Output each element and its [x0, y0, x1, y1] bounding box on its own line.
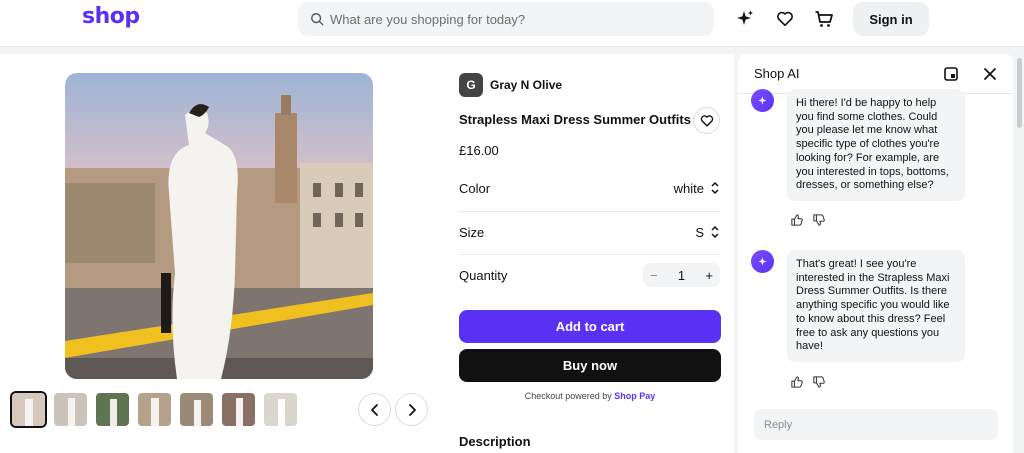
seller-logo: G: [459, 73, 483, 97]
checkout-note: Checkout powered by Shop Pay: [459, 391, 721, 401]
ai-avatar: [751, 250, 774, 273]
reply-box[interactable]: [754, 409, 998, 440]
size-label: Size: [459, 224, 485, 240]
add-to-cart-button[interactable]: Add to cart: [459, 310, 721, 343]
sign-in-button[interactable]: Sign in: [853, 2, 929, 36]
color-label: Color: [459, 180, 491, 196]
chevron-left-icon: [370, 403, 378, 416]
heart-icon: [700, 114, 713, 127]
size-selector[interactable]: Size S: [459, 212, 720, 252]
minimize-window-icon: [944, 67, 958, 81]
thumbnail[interactable]: [94, 391, 131, 428]
seller-name: Gray N Olive: [490, 78, 563, 92]
shop-ai-header: Shop AI: [738, 54, 1013, 94]
next-image-button[interactable]: [395, 393, 428, 426]
thumbnail[interactable]: [10, 391, 47, 428]
color-value: white: [673, 180, 704, 196]
sparkle-icon: [757, 256, 767, 266]
shop-ai-title: Shop AI: [754, 66, 800, 81]
cart-icon[interactable]: [813, 8, 835, 30]
checkout-prefix: Checkout powered by: [524, 391, 612, 401]
close-panel-button[interactable]: [982, 66, 998, 82]
shop-ai-panel: Shop AI Hi there! I'd be happy to help y…: [738, 54, 1013, 453]
search-icon: [311, 13, 324, 26]
decrease-quantity-button[interactable]: −: [650, 268, 658, 283]
reply-input[interactable]: [764, 418, 906, 431]
product-main-image[interactable]: [65, 73, 373, 379]
ai-message: Hi there! I'd be happy to help you find …: [787, 89, 965, 201]
heart-icon[interactable]: [774, 8, 796, 30]
thumbs-up-icon[interactable]: [791, 214, 803, 226]
thumbs-up-icon[interactable]: [791, 376, 803, 388]
ai-avatar: [751, 89, 774, 112]
thumbnail-strip: [10, 391, 299, 428]
quantity-value: 1: [677, 267, 686, 283]
message-feedback: [791, 376, 825, 388]
search-bar[interactable]: [298, 2, 714, 36]
quantity-row: Quantity − 1 +: [459, 255, 720, 295]
size-value: S: [695, 224, 704, 240]
shop-logo[interactable]: shop: [82, 4, 140, 29]
quantity-label: Quantity: [459, 267, 508, 283]
chevron-updown-icon: [711, 225, 719, 239]
picture-in-picture-button[interactable]: [943, 66, 959, 82]
thumbnail[interactable]: [136, 391, 173, 428]
sparkle-icon[interactable]: [734, 8, 756, 30]
description-heading: Description: [459, 434, 531, 449]
favorite-button[interactable]: [693, 107, 720, 134]
thumbnail[interactable]: [220, 391, 257, 428]
previous-image-button[interactable]: [358, 393, 391, 426]
search-input[interactable]: [330, 11, 710, 27]
quantity-stepper: − 1 +: [643, 263, 720, 287]
increase-quantity-button[interactable]: +: [705, 268, 713, 283]
thumbnail[interactable]: [52, 391, 89, 428]
chevron-updown-icon: [711, 181, 719, 195]
top-bar: shop Sign in: [0, 0, 1024, 47]
color-selector[interactable]: Color white: [459, 168, 720, 208]
sparkle-icon: [757, 95, 767, 105]
product-price: £16.00: [459, 143, 499, 158]
seller-link[interactable]: G Gray N Olive: [459, 73, 562, 97]
ai-message: That's great! I see you're interested in…: [787, 250, 965, 362]
message-feedback: [791, 214, 825, 226]
thumbnail[interactable]: [262, 391, 299, 428]
shop-pay-label: Shop Pay: [614, 391, 656, 401]
thumbnail[interactable]: [178, 391, 215, 428]
scrollbar-thumb[interactable]: [1017, 58, 1022, 128]
buy-now-button[interactable]: Buy now: [459, 349, 721, 382]
thumbs-down-icon[interactable]: [813, 376, 825, 388]
chevron-right-icon: [408, 403, 416, 416]
product-title: Strapless Maxi Dress Summer Outfits: [459, 112, 691, 127]
thumbs-down-icon[interactable]: [813, 214, 825, 226]
close-icon: [984, 68, 996, 80]
